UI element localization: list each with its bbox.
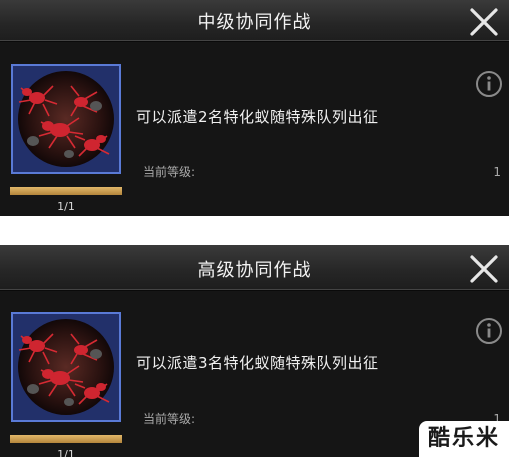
- close-icon[interactable]: [467, 252, 501, 286]
- skill-panel-intermediate: 中级协同作战 1/1 可以派遣2名特化蚁随特殊队列出征 当前等级: 1: [0, 0, 509, 216]
- progress-count: 1/1: [57, 448, 75, 457]
- watermark-logo: 酷乐米: [419, 421, 509, 457]
- skill-thumbnail: [11, 64, 121, 174]
- current-level-label: 当前等级:: [143, 412, 196, 426]
- panel-header: 中级协同作战: [0, 0, 509, 41]
- progress-fill: [10, 435, 122, 443]
- progress-bar: [10, 435, 122, 443]
- red-ants-image: [18, 319, 114, 415]
- panel-header: 高级协同作战: [0, 245, 509, 290]
- skill-thumbnail: [11, 312, 121, 422]
- skill-description: 可以派遣3名特化蚁随特殊队列出征: [136, 354, 379, 372]
- info-icon[interactable]: [475, 317, 503, 345]
- panel-title: 高级协同作战: [197, 260, 312, 281]
- current-level-label: 当前等级:: [143, 165, 196, 179]
- progress-fill: [10, 187, 122, 195]
- progress-count: 1/1: [57, 200, 75, 213]
- panel-title: 中级协同作战: [197, 12, 312, 33]
- skill-description: 可以派遣2名特化蚁随特殊队列出征: [136, 108, 379, 126]
- info-icon[interactable]: [475, 70, 503, 98]
- close-icon[interactable]: [467, 5, 501, 39]
- red-ants-image: [18, 71, 114, 167]
- current-level-value: 1: [493, 165, 501, 179]
- progress-bar: [10, 187, 122, 195]
